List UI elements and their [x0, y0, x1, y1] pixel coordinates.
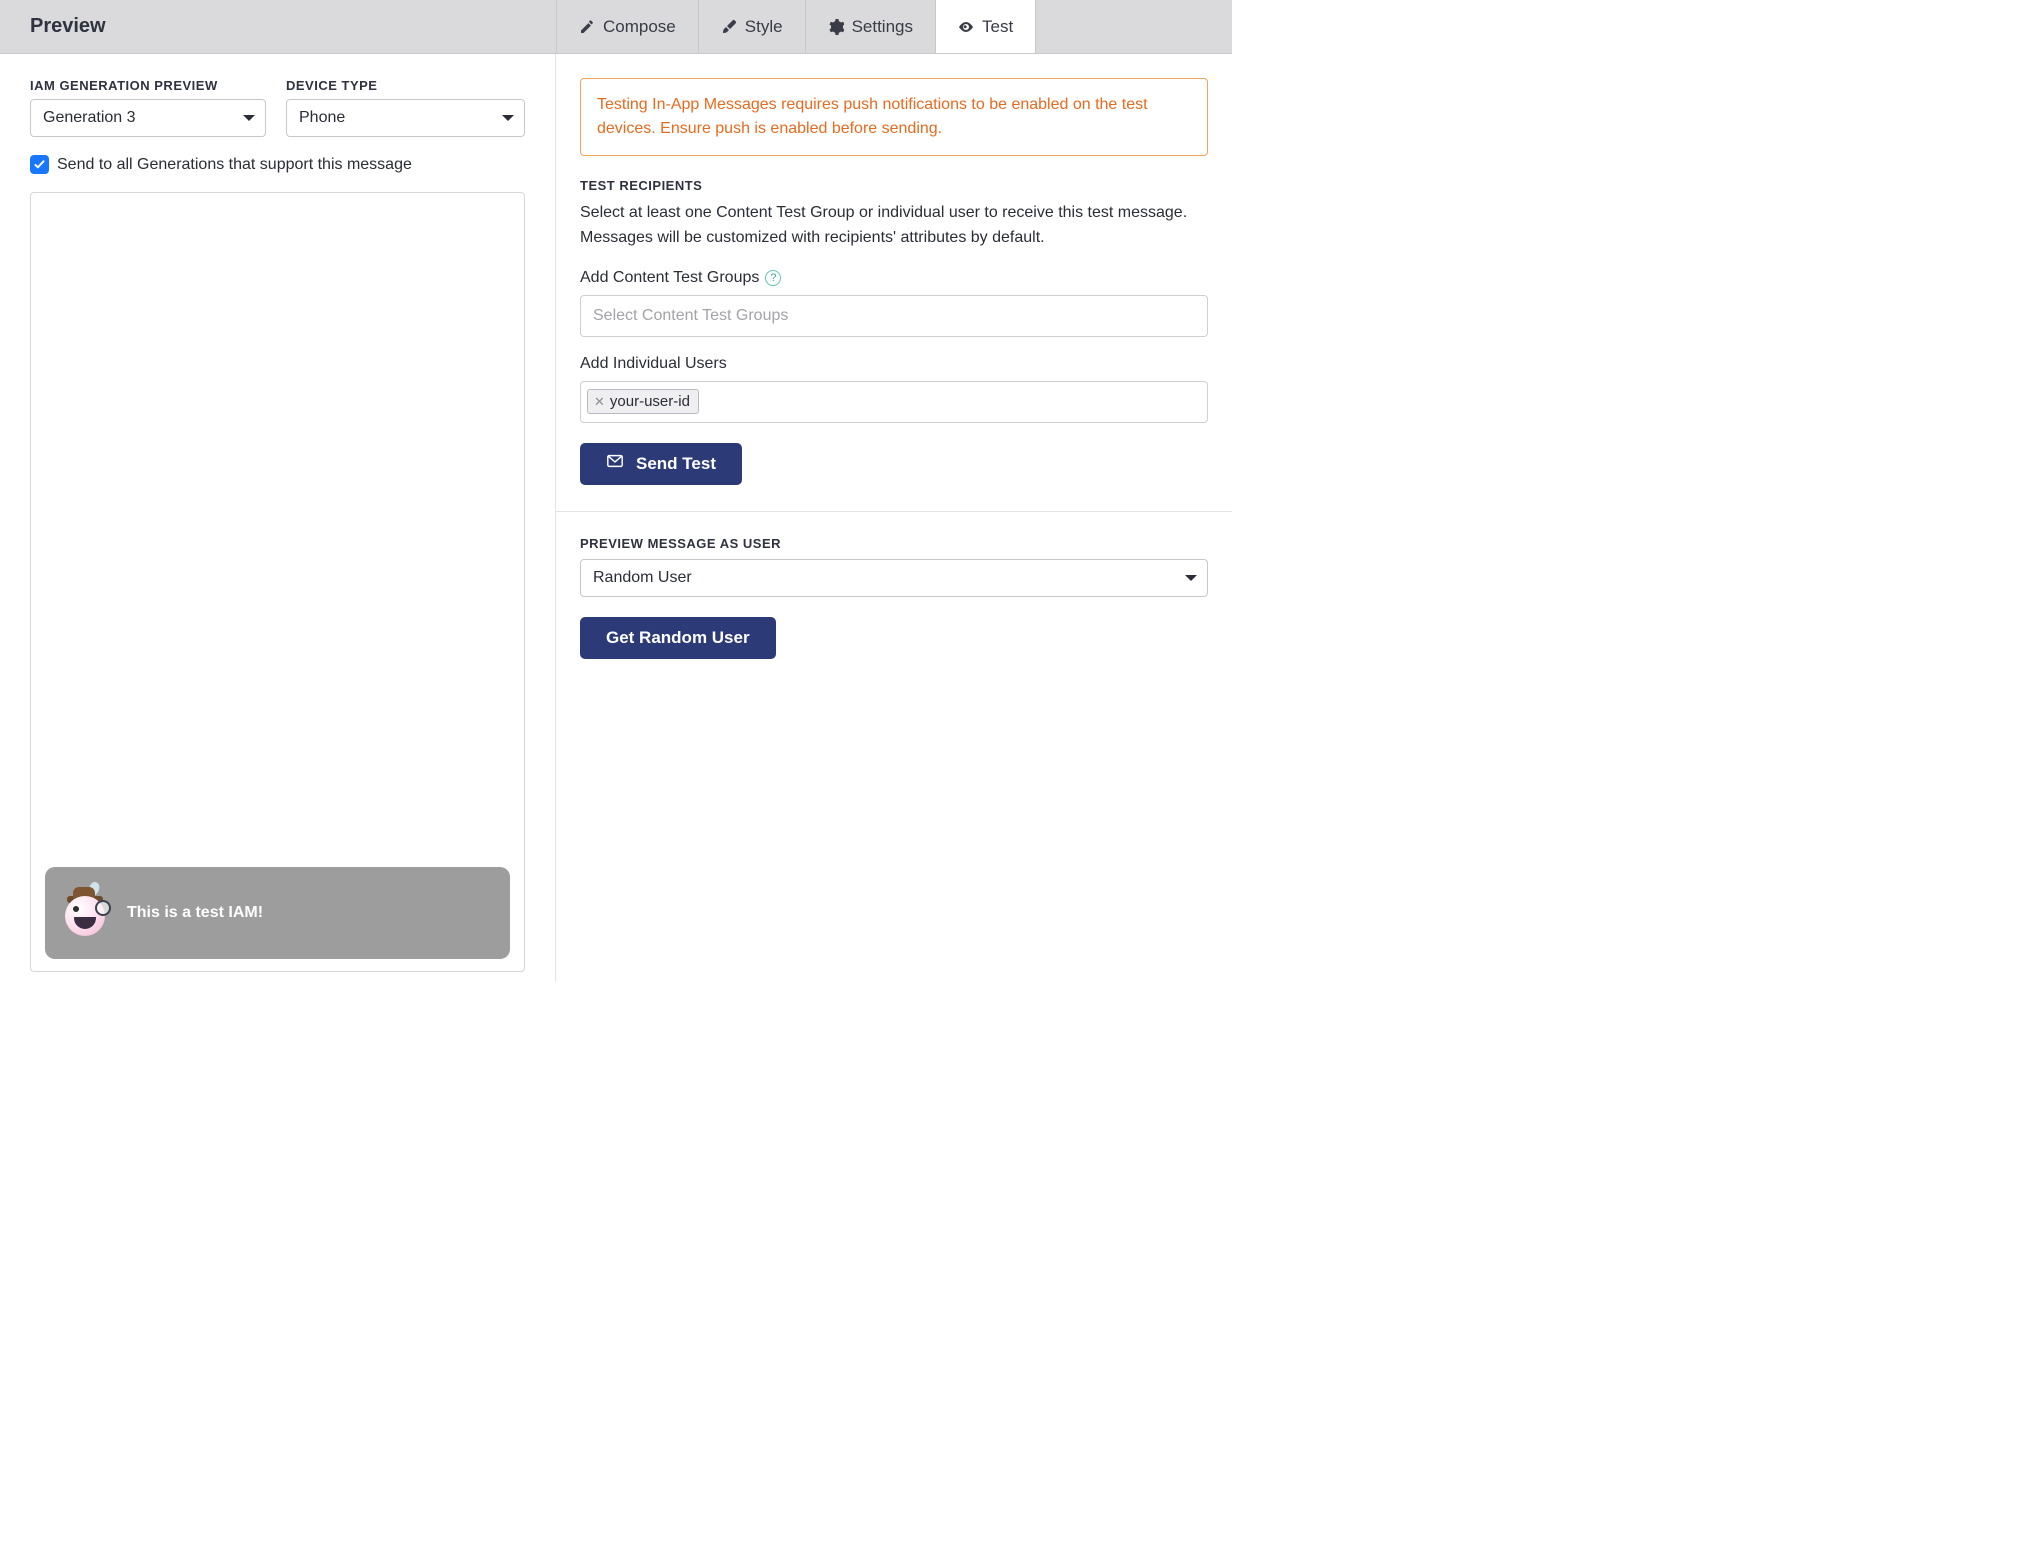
- user-id-chip[interactable]: ✕ your-user-id: [587, 389, 699, 414]
- preview-panel: IAM GENERATION PREVIEW Generation 3 DEVI…: [0, 54, 556, 982]
- pencil-icon: [579, 19, 595, 35]
- remove-chip-icon[interactable]: ✕: [594, 395, 605, 408]
- add-groups-label: Add Content Test Groups: [580, 269, 759, 287]
- tab-settings[interactable]: Settings: [805, 0, 935, 53]
- iam-toast: This is a test IAM!: [45, 867, 510, 959]
- tab-strip: Compose Style Settings Test: [556, 0, 1036, 53]
- help-icon[interactable]: ?: [765, 270, 781, 286]
- send-test-label: Send Test: [636, 454, 716, 474]
- section-divider: [556, 511, 1232, 512]
- tab-label: Test: [982, 17, 1013, 37]
- tab-compose[interactable]: Compose: [556, 0, 698, 53]
- test-panel: Testing In-App Messages requires push no…: [556, 54, 1232, 982]
- iam-message-text: This is a test IAM!: [127, 904, 263, 922]
- preview-user-select[interactable]: Random User: [580, 559, 1208, 597]
- send-all-generations-label: Send to all Generations that support thi…: [57, 156, 412, 174]
- generation-label: IAM GENERATION PREVIEW: [30, 78, 266, 93]
- test-recipients-heading: TEST RECIPIENTS: [580, 178, 1208, 193]
- generation-value: Generation 3: [43, 109, 136, 127]
- device-preview-frame: This is a test IAM!: [30, 192, 525, 972]
- page-title: Preview: [0, 0, 556, 53]
- add-users-label: Add Individual Users: [580, 355, 727, 373]
- get-random-user-label: Get Random User: [606, 628, 750, 648]
- tab-label: Style: [745, 17, 783, 37]
- generation-select[interactable]: Generation 3: [30, 99, 266, 137]
- caret-down-icon: [1185, 575, 1197, 581]
- caret-down-icon: [243, 115, 255, 121]
- gear-icon: [828, 19, 844, 35]
- send-all-generations-checkbox[interactable]: [30, 155, 49, 174]
- body: IAM GENERATION PREVIEW Generation 3 DEVI…: [0, 54, 1232, 982]
- preview-user-value: Random User: [593, 569, 692, 587]
- preview-as-user-heading: PREVIEW MESSAGE AS USER: [580, 536, 1208, 551]
- tab-label: Compose: [603, 17, 676, 37]
- user-id-chip-label: your-user-id: [610, 393, 690, 410]
- brush-icon: [721, 19, 737, 35]
- push-required-alert: Testing In-App Messages requires push no…: [580, 78, 1208, 156]
- device-type-label: DEVICE TYPE: [286, 78, 525, 93]
- device-type-value: Phone: [299, 109, 345, 127]
- envelope-icon: [606, 452, 624, 475]
- tab-label: Settings: [852, 17, 913, 37]
- send-test-button[interactable]: Send Test: [580, 443, 742, 485]
- device-type-select[interactable]: Phone: [286, 99, 525, 137]
- tab-test[interactable]: Test: [935, 0, 1036, 53]
- individual-users-input[interactable]: ✕ your-user-id: [580, 381, 1208, 423]
- iam-avatar-icon: [63, 890, 109, 936]
- eye-icon: [958, 19, 974, 35]
- content-test-groups-input[interactable]: [580, 295, 1208, 337]
- get-random-user-button[interactable]: Get Random User: [580, 617, 776, 659]
- test-recipients-description: Select at least one Content Test Group o…: [580, 201, 1208, 251]
- tab-style[interactable]: Style: [698, 0, 805, 53]
- header-bar: Preview Compose Style Settings Test: [0, 0, 1232, 54]
- caret-down-icon: [502, 115, 514, 121]
